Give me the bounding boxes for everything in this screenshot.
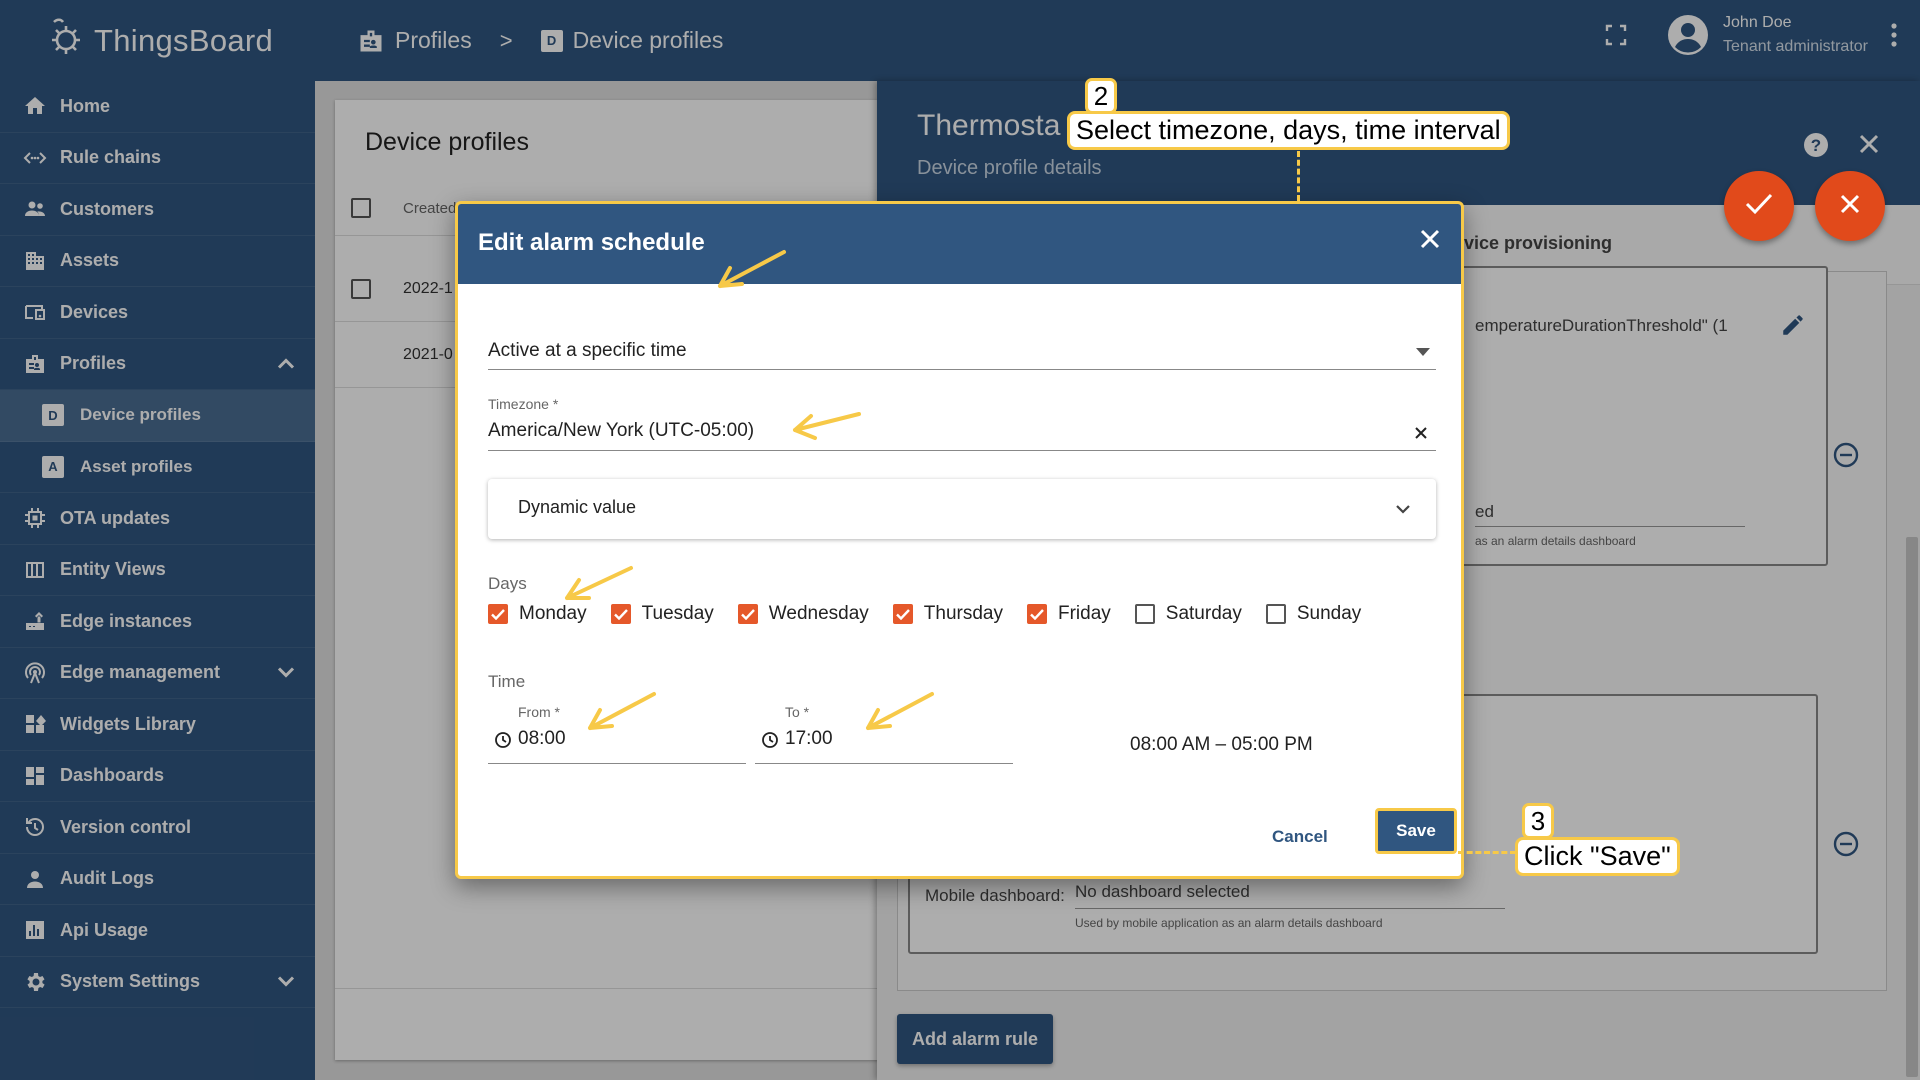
- schedule-type-value: Active at a specific time: [488, 340, 687, 361]
- close-icon[interactable]: [1419, 228, 1441, 255]
- pointer-arrow-icon: [718, 250, 786, 288]
- time-to-label: To *: [785, 704, 810, 720]
- pointer-arrow-icon: [866, 692, 934, 730]
- day-thursday[interactable]: Thursday: [892, 603, 1003, 625]
- timezone-label: Timezone *: [488, 396, 559, 412]
- close-icon: [1839, 193, 1861, 220]
- timezone-field[interactable]: Timezone * America/New York (UTC-05:00): [488, 396, 1436, 451]
- checkbox-checked-icon: [488, 604, 508, 624]
- dynamic-value-panel[interactable]: Dynamic value: [488, 479, 1436, 539]
- schedule-type-select[interactable]: Active at a specific time: [488, 324, 1436, 370]
- day-label: Wednesday: [768, 603, 869, 624]
- day-saturday[interactable]: Saturday: [1134, 603, 1242, 625]
- time-range-summary: 08:00 AM – 05:00 PM: [1130, 734, 1313, 755]
- day-label: Saturday: [1165, 603, 1242, 624]
- callout-connector: [1458, 851, 1516, 854]
- clear-icon[interactable]: [1414, 426, 1428, 440]
- pointer-arrow-icon: [793, 412, 861, 440]
- pointer-arrow-icon: [588, 692, 656, 730]
- chevron-down-icon: [1396, 505, 1410, 514]
- checkbox-checked-icon: [892, 604, 913, 624]
- step-number-badge: 3: [1522, 803, 1554, 839]
- step-callout: Click "Save": [1515, 837, 1680, 876]
- checkbox-checked-icon: [737, 604, 758, 624]
- edit-alarm-schedule-dialog: Edit alarm schedule Active at a specific…: [455, 201, 1464, 879]
- apply-changes-button[interactable]: [1724, 171, 1794, 241]
- checkbox-checked-icon: [1026, 604, 1047, 624]
- time-label: Time: [488, 672, 526, 691]
- discard-changes-button[interactable]: [1815, 171, 1885, 241]
- day-label: Sunday: [1296, 603, 1362, 624]
- timezone-value: America/New York (UTC-05:00): [488, 420, 755, 441]
- time-to-value: 17:00: [785, 728, 833, 749]
- day-sunday[interactable]: Sunday: [1265, 603, 1362, 625]
- dialog-title: Edit alarm schedule: [478, 229, 705, 256]
- checkbox-unchecked-icon: [1265, 604, 1286, 624]
- dropdown-arrow-icon: [1416, 348, 1430, 356]
- step-callout: Select timezone, days, time interval: [1067, 111, 1510, 150]
- day-label: Tuesday: [641, 603, 714, 624]
- save-button[interactable]: Save: [1375, 808, 1457, 854]
- cancel-button[interactable]: Cancel: [1272, 827, 1328, 847]
- time-from-value: 08:00: [518, 728, 566, 749]
- step-number-badge: 2: [1085, 78, 1117, 114]
- check-icon: [1744, 192, 1774, 221]
- day-wednesday[interactable]: Wednesday: [737, 603, 869, 625]
- pointer-arrow-icon: [565, 566, 633, 600]
- day-label: Friday: [1057, 603, 1111, 624]
- dialog-header: Edit alarm schedule: [458, 204, 1461, 284]
- clock-icon: [494, 731, 512, 754]
- day-label: Thursday: [923, 603, 1003, 624]
- days-label: Days: [488, 574, 527, 593]
- time-from-label: From *: [518, 704, 560, 720]
- clock-icon: [761, 731, 779, 754]
- callout-connector: [1297, 151, 1300, 201]
- checkbox-unchecked-icon: [1134, 604, 1155, 624]
- day-friday[interactable]: Friday: [1026, 603, 1111, 625]
- dynamic-value-label: Dynamic value: [518, 497, 637, 517]
